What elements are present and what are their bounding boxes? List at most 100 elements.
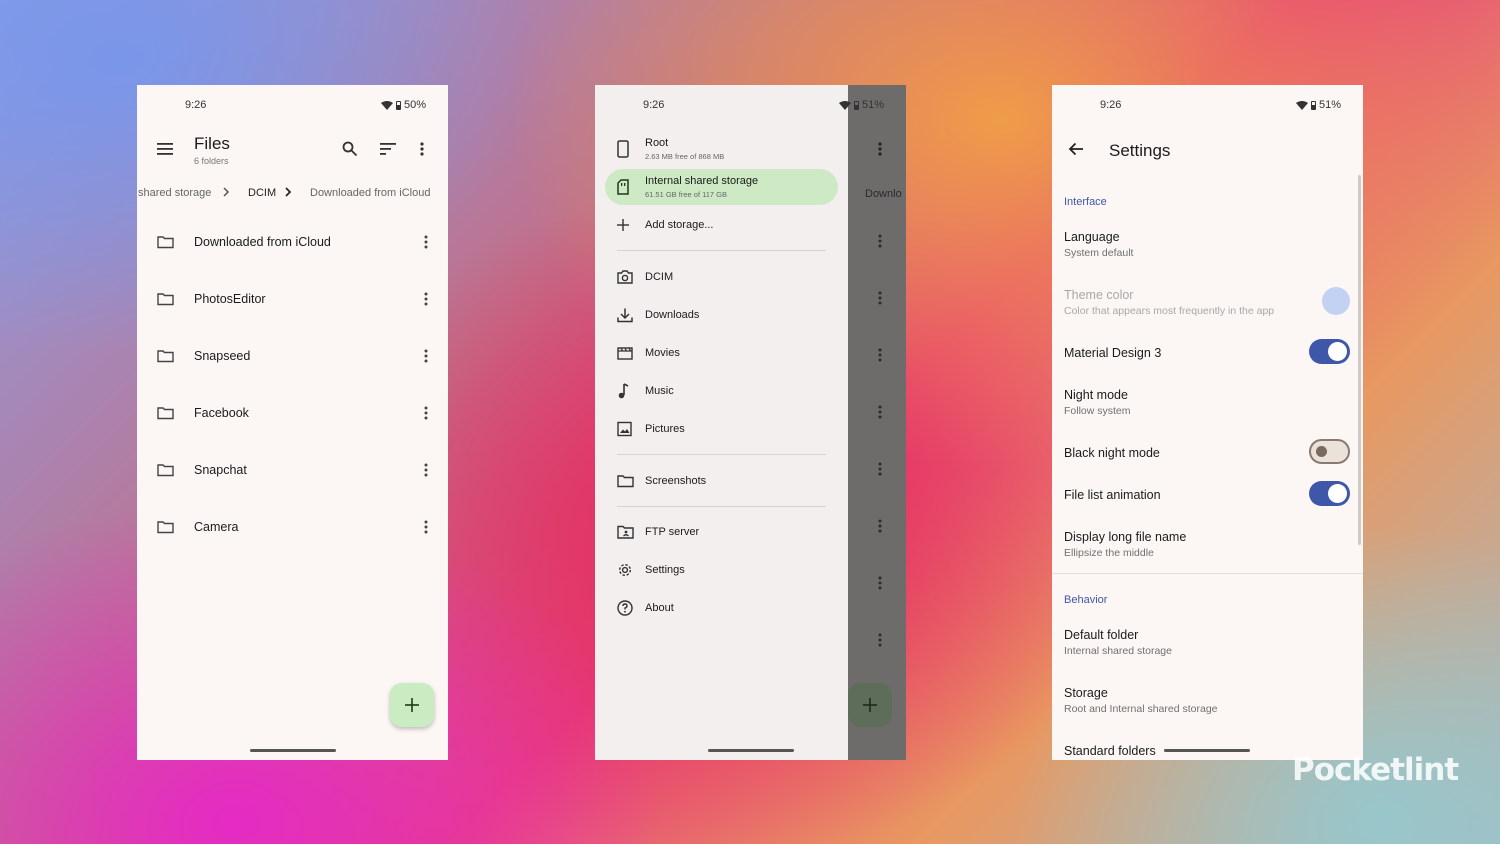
battery-icon [395,100,401,110]
drawer-item-sub: 2.63 MB free of 868 MB [645,152,725,161]
setting-summary: Follow system [1064,405,1131,417]
list-item[interactable]: Camera [137,498,448,555]
scrollbar[interactable] [1358,175,1361,545]
drawer-item-pictures[interactable]: Pictures [605,411,838,447]
setting-title: Language [1064,230,1120,244]
search-icon[interactable] [338,137,362,161]
status-time: 9:26 [185,99,207,111]
setting-title: Black night mode [1064,446,1160,460]
drawer-item-root[interactable]: Root 2.63 MB free of 868 MB [605,131,838,167]
battery-icon [853,100,859,110]
folder-name: Facebook [194,405,249,420]
drawer-screen: Downlo 9:26 51% Root 2.63 MB free of 868… [595,85,906,760]
more-vert-icon[interactable] [424,292,428,306]
more-vert-icon[interactable] [424,235,428,249]
navigation-drawer: 9:26 51% Root 2.63 MB free of 868 MB Int… [595,85,884,760]
material-design-3-switch[interactable] [1309,339,1350,364]
status-battery: 50% [403,99,426,111]
setting-black-night-mode[interactable]: Black night mode [1064,446,1351,460]
more-vert-icon [878,633,882,647]
setting-theme-color: Theme color Color that appears most freq… [1064,288,1351,317]
list-item[interactable]: Snapseed [137,327,448,384]
breadcrumb-item[interactable]: Downloaded from iCloud [310,187,430,199]
drawer-item-screenshots[interactable]: Screenshots [605,463,838,499]
setting-default-folder[interactable]: Default folder Internal shared storage [1064,628,1351,657]
divider [617,454,826,455]
theme-color-swatch [1322,287,1350,315]
more-vert-icon[interactable] [410,137,434,161]
status-battery: 51% [861,99,884,111]
breadcrumb-item[interactable]: DCIM [248,187,276,199]
more-vert-icon[interactable] [424,463,428,477]
add-fab-button[interactable] [390,683,434,727]
battery-icon [1310,100,1316,110]
drawer-item-label: Movies [645,347,680,359]
setting-title: Display long file name [1064,530,1187,544]
more-vert-icon [878,291,882,305]
drawer-item-dcim[interactable]: DCIM [605,259,838,295]
drawer-item-label: FTP server [645,526,700,538]
breadcrumb: shared storage DCIM Downloaded from iClo… [137,187,448,203]
breadcrumb-item[interactable]: shared storage [138,187,211,199]
setting-summary: Internal shared storage [1064,645,1172,657]
list-item[interactable]: Downloaded from iCloud [137,213,448,270]
folder-icon [157,349,174,362]
menu-icon[interactable] [153,137,177,161]
more-vert-icon[interactable] [424,520,428,534]
list-item[interactable]: Facebook [137,384,448,441]
page-title: Files [194,134,230,153]
list-item[interactable]: Snapchat [137,441,448,498]
scrim[interactable]: Downlo [848,85,906,760]
folder-count: 6 folders [194,156,229,166]
black-night-mode-switch[interactable] [1309,439,1350,464]
drawer-item-internal-storage[interactable]: Internal shared storage 61.51 GB free of… [605,169,838,205]
dimmed-fab [848,683,892,727]
drawer-item-downloads[interactable]: Downloads [605,297,838,333]
drawer-item-movies[interactable]: Movies [605,335,838,371]
setting-display-long-file-name[interactable]: Display long file name Ellipsize the mid… [1064,530,1351,559]
gear-icon [618,563,632,577]
drawer-item-ftp-server[interactable]: FTP server [605,514,838,550]
drawer-item-add-storage[interactable]: Add storage... [605,207,838,243]
image-icon [617,421,632,437]
file-list-animation-switch[interactable] [1309,481,1350,506]
status-bar: 9:26 51% [595,99,906,113]
sort-icon[interactable] [376,137,400,161]
back-arrow-icon[interactable] [1064,137,1088,161]
status-bar: 9:26 50% [137,99,448,113]
folder-icon [157,292,174,305]
folder-name: Snapchat [194,462,247,477]
folder-icon [157,463,174,476]
drawer-item-settings[interactable]: Settings [605,552,838,588]
setting-material-design-3[interactable]: Material Design 3 [1064,346,1351,360]
setting-title: Material Design 3 [1064,346,1162,360]
settings-screen: 9:26 51% Settings Interface Language Sys… [1052,85,1363,760]
setting-summary: System default [1064,247,1134,259]
help-circle-icon [617,600,633,616]
folder-icon [157,235,174,248]
drawer-item-label: Screenshots [645,475,707,487]
status-time: 9:26 [1100,99,1122,111]
drawer-item-label: Internal shared storage [645,175,759,187]
status-bar: 9:26 51% [1052,99,1363,113]
divider [617,506,826,507]
drawer-item-label: Settings [645,564,685,576]
setting-language[interactable]: Language System default [1064,230,1351,259]
drawer-item-about[interactable]: About [605,590,838,626]
more-vert-icon [878,348,882,362]
files-screen: 9:26 50% Files 6 folders shared storage … [137,85,448,760]
page-title: Settings [1109,141,1171,160]
wifi-icon [380,100,393,110]
more-vert-icon [878,462,882,476]
more-vert-icon[interactable] [424,406,428,420]
plus-icon [863,698,877,712]
setting-storage[interactable]: Storage Root and Internal shared storage [1064,686,1351,715]
drawer-item-music[interactable]: Music [605,373,838,409]
download-icon [617,308,633,323]
setting-title: Night mode [1064,388,1128,402]
setting-night-mode[interactable]: Night mode Follow system [1064,388,1351,417]
list-item[interactable]: PhotosEditor [137,270,448,327]
divider [1052,573,1363,574]
setting-file-list-animation[interactable]: File list animation [1064,488,1351,502]
more-vert-icon[interactable] [424,349,428,363]
